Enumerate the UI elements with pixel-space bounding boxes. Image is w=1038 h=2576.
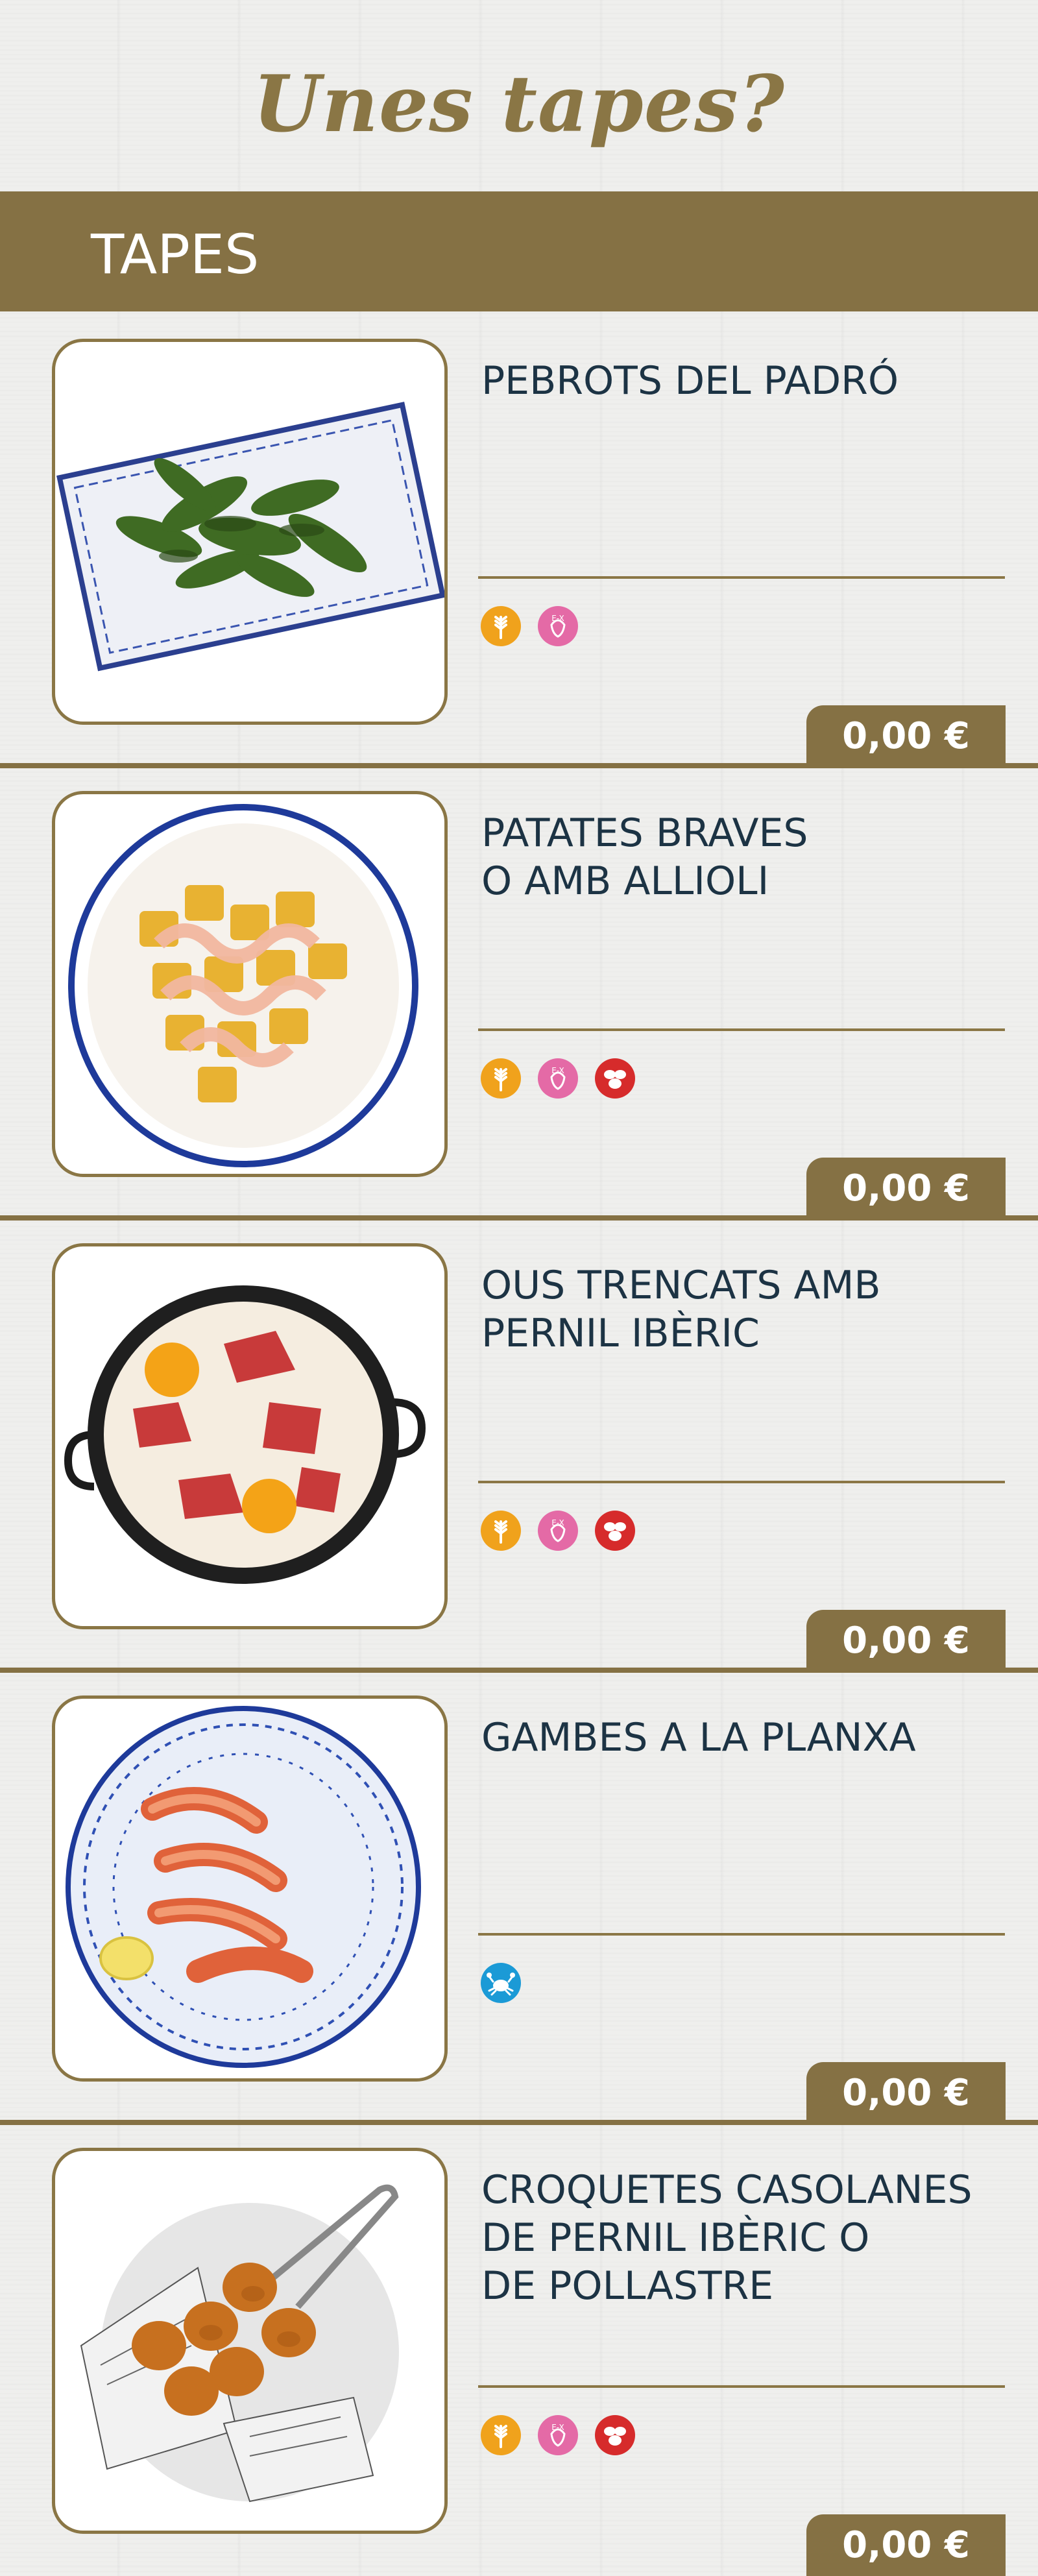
menu-item[interactable]: CROQUETES CASOLANES DE PERNIL IBÈRIC O D… — [0, 2124, 1038, 2576]
price-tag: 0,00 € — [806, 705, 1006, 767]
separator-line — [478, 1933, 1005, 1936]
allergen-icons: E-X — [480, 1058, 636, 1100]
gluten-icon — [480, 2414, 522, 2456]
separator-line — [478, 1481, 1005, 1483]
gluten-icon — [480, 605, 522, 647]
dish-name: OUS TRENCATS AMB PERNIL IBÈRIC — [481, 1263, 881, 1356]
dish-name: GAMBES A LA PLANXA — [481, 1715, 916, 1760]
dish-photo — [52, 791, 448, 1177]
gluten-icon — [480, 1058, 522, 1099]
svg-text:E-X: E-X — [551, 1066, 564, 1075]
dish-photo — [52, 1243, 448, 1629]
svg-text:E-X: E-X — [551, 1518, 564, 1527]
allergen-icons — [480, 1962, 522, 2005]
price-tag: 0,00 € — [806, 1610, 1006, 1671]
nuts-icon — [594, 2414, 636, 2456]
allergen-icons: E-X — [480, 1510, 636, 1553]
dish-name: PEBROTS DEL PADRÓ — [481, 358, 899, 404]
allergen-icons: E-X — [480, 605, 579, 648]
lactose-free-icon: E-X — [537, 2414, 579, 2456]
separator-line — [478, 2385, 1005, 2388]
page-title: Unes tapes? — [253, 58, 785, 150]
menu-item[interactable]: GAMBES A LA PLANXA 0,00 € — [0, 1671, 1038, 2125]
lactose-free-icon: E-X — [537, 605, 579, 647]
allergen-icons: E-X — [480, 2414, 636, 2457]
dish-photo — [52, 1695, 448, 2082]
nuts-icon — [594, 1058, 636, 1099]
dish-photo — [52, 339, 448, 725]
dish-name: CROQUETES CASOLANES DE PERNIL IBÈRIC O D… — [481, 2167, 972, 2309]
nuts-icon — [594, 1510, 636, 1551]
svg-text:E-X: E-X — [551, 614, 564, 623]
dish-photo — [52, 2148, 448, 2534]
separator-line — [478, 1028, 1005, 1031]
lactose-free-icon: E-X — [537, 1058, 579, 1099]
section-header: TAPES — [0, 191, 1038, 311]
separator-line — [478, 576, 1005, 579]
section-label: TAPES — [91, 223, 260, 286]
lactose-free-icon: E-X — [537, 1510, 579, 1551]
dish-name: PATATES BRAVES O AMB ALLIOLI — [481, 810, 808, 904]
crustacean-icon — [480, 1962, 522, 2004]
price-tag: 0,00 € — [806, 2062, 1006, 2124]
svg-text:E-X: E-X — [551, 2423, 564, 2432]
price-tag: 0,00 € — [806, 1158, 1006, 1219]
gluten-icon — [480, 1510, 522, 1551]
menu-item[interactable]: OUS TRENCATS AMB PERNIL IBÈRIC E-X 0,00 … — [0, 1219, 1038, 1673]
menu-item[interactable]: PEBROTS DEL PADRÓ E-X 0,00 € — [0, 315, 1038, 768]
menu-item[interactable]: PATATES BRAVES O AMB ALLIOLI E-X 0,00 € — [0, 767, 1038, 1221]
